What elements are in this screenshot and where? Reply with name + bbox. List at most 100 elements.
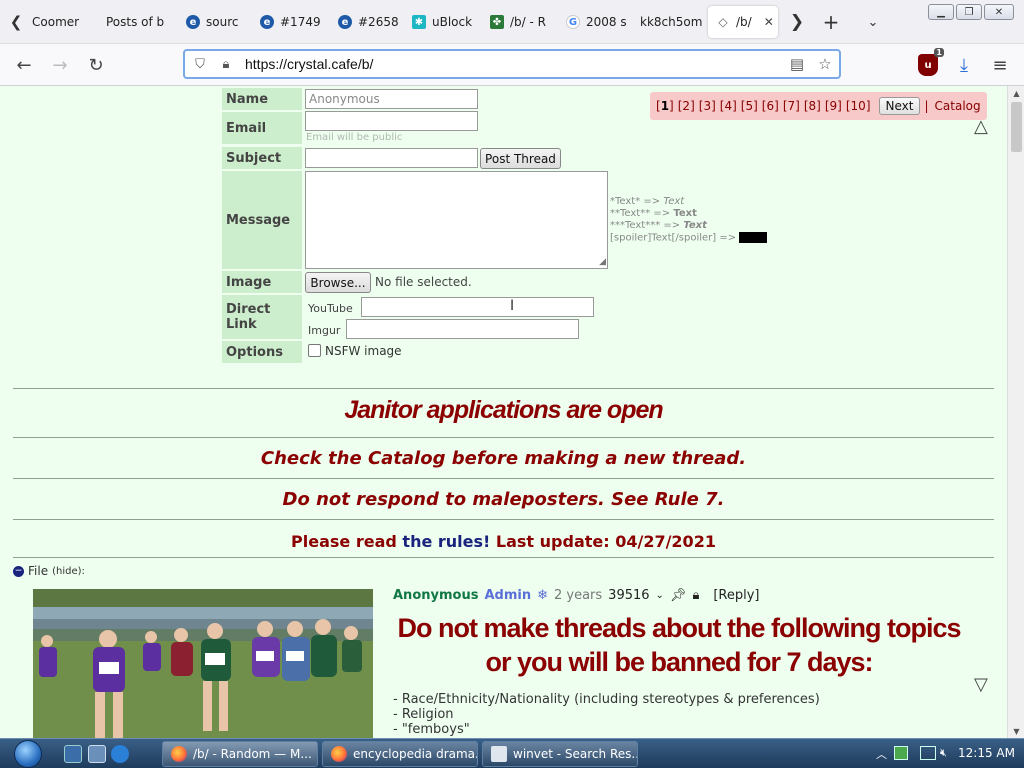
taskbar-item-firefox-ed[interactable]: encyclopedia drama... bbox=[322, 741, 478, 767]
start-button[interactable] bbox=[8, 739, 48, 768]
forward-icon[interactable]: → bbox=[46, 51, 74, 79]
youtube-input[interactable] bbox=[361, 297, 594, 317]
url-text[interactable]: https://crystal.cafe/b/ bbox=[245, 56, 783, 72]
tab-coomer[interactable]: Coomer bbox=[24, 6, 98, 38]
back-icon[interactable]: ← bbox=[10, 51, 38, 79]
collapse-icon[interactable]: − bbox=[13, 565, 24, 577]
next-page-button[interactable]: Next bbox=[878, 97, 921, 115]
page-link-9[interactable]: [9] bbox=[825, 99, 842, 113]
resize-grip-icon[interactable]: ◢ bbox=[599, 257, 606, 267]
tab-source[interactable]: e sourc bbox=[178, 6, 250, 38]
tab-b-random[interactable]: ✤ /b/ - R bbox=[482, 6, 558, 38]
close-tab-icon[interactable]: ✕ bbox=[764, 15, 774, 29]
menu-icon[interactable]: ≡ bbox=[986, 51, 1014, 79]
page-link-5[interactable]: [5] bbox=[741, 99, 758, 113]
taskbar-item-label: /b/ - Random — M... bbox=[193, 747, 312, 761]
browse-button[interactable]: Browse... bbox=[305, 272, 371, 293]
catalog-link[interactable]: Catalog bbox=[935, 99, 981, 113]
reply-link[interactable]: [Reply] bbox=[713, 588, 759, 603]
subject-input[interactable] bbox=[305, 148, 478, 168]
google-icon: G bbox=[566, 15, 580, 29]
shield-icon[interactable]: ⛉ bbox=[189, 57, 211, 72]
taskbar-item-firefox-b[interactable]: /b/ - Random — M... bbox=[162, 741, 318, 767]
email-note: Email will be public bbox=[306, 132, 403, 143]
options-label: Options bbox=[222, 341, 302, 363]
minimize-icon[interactable]: ▁ bbox=[928, 4, 954, 20]
tray-chevron-icon[interactable]: ︿ bbox=[876, 746, 887, 762]
page-link-6[interactable]: [6] bbox=[762, 99, 779, 113]
page-link-2[interactable]: [2] bbox=[678, 99, 695, 113]
ublock-badge: 1 bbox=[934, 48, 944, 57]
pager: [1] [2] [3] [4] [5] [6] [7] [8] [9] [10]… bbox=[650, 92, 987, 120]
reader-view-icon[interactable]: ▤ bbox=[783, 55, 811, 73]
page-link-1[interactable]: [1] bbox=[656, 99, 674, 113]
network-icon[interactable] bbox=[894, 746, 908, 760]
restore-icon[interactable]: ❐ bbox=[956, 4, 982, 20]
page-link-3[interactable]: [3] bbox=[699, 99, 716, 113]
tab-2008[interactable]: G 2008 s bbox=[558, 6, 634, 38]
diamond-icon: ◇ bbox=[718, 15, 728, 29]
tab-posts[interactable]: Posts of b bbox=[98, 6, 178, 38]
hide-link[interactable]: (hide): bbox=[52, 566, 85, 577]
lock-icon[interactable]: 🔒︎ bbox=[215, 57, 237, 72]
post-number[interactable]: 39516 bbox=[608, 588, 649, 603]
ublock-icon: ✱ bbox=[412, 15, 426, 29]
headline-line-2: or you will be banned for 7 days: bbox=[485, 647, 873, 677]
nsfw-checkbox[interactable] bbox=[308, 344, 321, 357]
show-desktop-icon[interactable] bbox=[64, 745, 82, 763]
format-help-bold: **Text** => Text bbox=[610, 208, 697, 219]
scroll-down-triangle-icon[interactable]: ▽ bbox=[974, 674, 988, 695]
tab-1749[interactable]: e #1749 bbox=[252, 6, 328, 38]
rules-announcement: Please read the rules! Last update: 04/2… bbox=[13, 532, 994, 551]
poster-name: Anonymous bbox=[393, 588, 479, 603]
bookmark-star-icon[interactable]: ☆ bbox=[811, 55, 839, 73]
tab-kk8ch5om[interactable]: kk8ch5om bbox=[632, 6, 706, 38]
maleposters-announcement: Do not respond to maleposters. See Rule … bbox=[282, 489, 725, 510]
page-link-4[interactable]: [4] bbox=[720, 99, 737, 113]
page-link-8[interactable]: [8] bbox=[804, 99, 821, 113]
format-help-bolditalic: ***Text*** => Text bbox=[610, 220, 707, 231]
thread-image[interactable] bbox=[33, 589, 373, 738]
tab-ublock[interactable]: ✱ uBlock bbox=[404, 6, 480, 38]
scrollbar-thumb[interactable] bbox=[1011, 102, 1022, 152]
explorer-icon[interactable] bbox=[88, 745, 106, 763]
page-link-7[interactable]: [7] bbox=[783, 99, 800, 113]
imgur-input[interactable] bbox=[346, 319, 579, 339]
monitor-icon[interactable] bbox=[920, 746, 936, 760]
window-close-icon[interactable]: ✕ bbox=[984, 4, 1014, 20]
new-tab-icon[interactable]: + bbox=[818, 8, 844, 36]
format-help-italic: *Text* => Text bbox=[610, 196, 685, 207]
tab-2658[interactable]: e #2658 bbox=[330, 6, 406, 38]
clock[interactable]: 12:15 AM bbox=[958, 746, 1015, 760]
email-label: Email bbox=[222, 112, 302, 144]
address-bar[interactable]: ⛉ 🔒︎ https://crystal.cafe/b/ ▤ ☆ bbox=[183, 49, 841, 79]
window-controls: ▁ ❐ ✕ bbox=[928, 4, 1014, 20]
email-input[interactable] bbox=[305, 111, 478, 131]
page-link-10[interactable]: [10] bbox=[846, 99, 871, 113]
scroll-up-arrow-icon[interactable]: ▲ bbox=[1008, 86, 1024, 100]
scroll-down-arrow-icon[interactable]: ▼ bbox=[1008, 724, 1024, 738]
list-tabs-icon[interactable]: ⌄ bbox=[860, 8, 886, 36]
rules-link[interactable]: the rules! bbox=[402, 532, 490, 551]
name-input[interactable]: Anonymous bbox=[305, 89, 478, 109]
post-thread-button[interactable]: Post Thread bbox=[480, 148, 561, 169]
taskbar-item-winvet[interactable]: winvet - Search Res... bbox=[482, 741, 638, 767]
tab-b-active[interactable]: ◇ /b/ ✕ bbox=[708, 6, 778, 38]
scroll-up-triangle-icon[interactable]: △ bbox=[974, 116, 988, 137]
youtube-label: YouTube bbox=[308, 302, 353, 315]
tab-scroll-right-icon[interactable]: ❯ bbox=[784, 8, 810, 36]
list-item: - Race/Ethnicity/Nationality (including … bbox=[393, 692, 820, 707]
ublock-extension-icon[interactable]: u1 bbox=[918, 48, 944, 76]
thread-headline: Do not make threads about the following … bbox=[393, 611, 965, 679]
banned-topics-list: - Race/Ethnicity/Nationality (including … bbox=[393, 692, 820, 737]
tab-label: uBlock bbox=[432, 15, 473, 29]
file-info: − File (hide): bbox=[13, 564, 85, 578]
volume-muted-icon[interactable]: 🔇︎ bbox=[940, 746, 947, 760]
chevron-down-icon[interactable]: ⌄ bbox=[656, 590, 664, 601]
page-scrollbar[interactable]: ▲ ▼ bbox=[1007, 86, 1024, 738]
message-textarea[interactable]: ◢ bbox=[305, 171, 608, 269]
tab-label: /b/ - R bbox=[510, 15, 546, 29]
internet-explorer-icon[interactable] bbox=[111, 745, 129, 763]
reload-icon[interactable]: ↻ bbox=[82, 51, 110, 79]
downloads-icon[interactable]: ⤓ bbox=[950, 51, 978, 79]
